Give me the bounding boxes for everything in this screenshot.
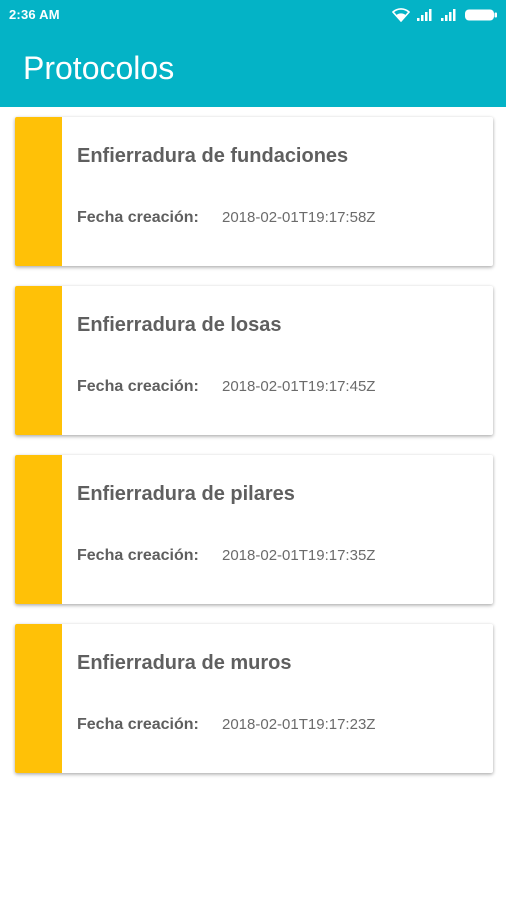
protocol-card[interactable]: Enfierradura de fundaciones Fecha creaci…: [15, 117, 493, 266]
date-label: Fecha creación:: [77, 378, 199, 395]
protocol-title: Enfierradura de pilares: [77, 483, 295, 505]
protocol-card[interactable]: Enfierradura de pilares Fecha creación: …: [15, 455, 493, 604]
app-bar: 2:36 AM Protocolos: [0, 0, 506, 107]
date-label: Fecha creación:: [77, 547, 199, 564]
battery-icon: [464, 8, 498, 22]
status-time: 2:36 AM: [9, 7, 60, 22]
protocol-title: Enfierradura de muros: [77, 652, 292, 674]
page-title: Protocolos: [23, 50, 175, 86]
protocol-title: Enfierradura de fundaciones: [77, 145, 349, 167]
date-label: Fecha creación:: [77, 209, 199, 226]
protocol-card[interactable]: Enfierradura de losas Fecha creación: 20…: [15, 286, 493, 435]
date-value: 2018-02-01T19:17:35Z: [222, 547, 376, 564]
status-bar: 2:36 AM: [0, 0, 506, 30]
signal-icon: [416, 8, 434, 22]
date-value: 2018-02-01T19:17:23Z: [222, 716, 376, 733]
status-icons: [392, 6, 498, 24]
date-value: 2018-02-01T19:17:45Z: [222, 378, 376, 395]
card-accent-stripe: [15, 455, 62, 604]
card-accent-stripe: [15, 624, 62, 773]
wifi-icon: [392, 8, 410, 22]
signal-icon: [440, 8, 458, 22]
date-value: 2018-02-01T19:17:58Z: [222, 209, 376, 226]
date-label: Fecha creación:: [77, 716, 199, 733]
protocol-title: Enfierradura de losas: [77, 314, 282, 336]
protocol-card[interactable]: Enfierradura de muros Fecha creación: 20…: [15, 624, 493, 773]
card-accent-stripe: [15, 117, 62, 266]
card-accent-stripe: [15, 286, 62, 435]
